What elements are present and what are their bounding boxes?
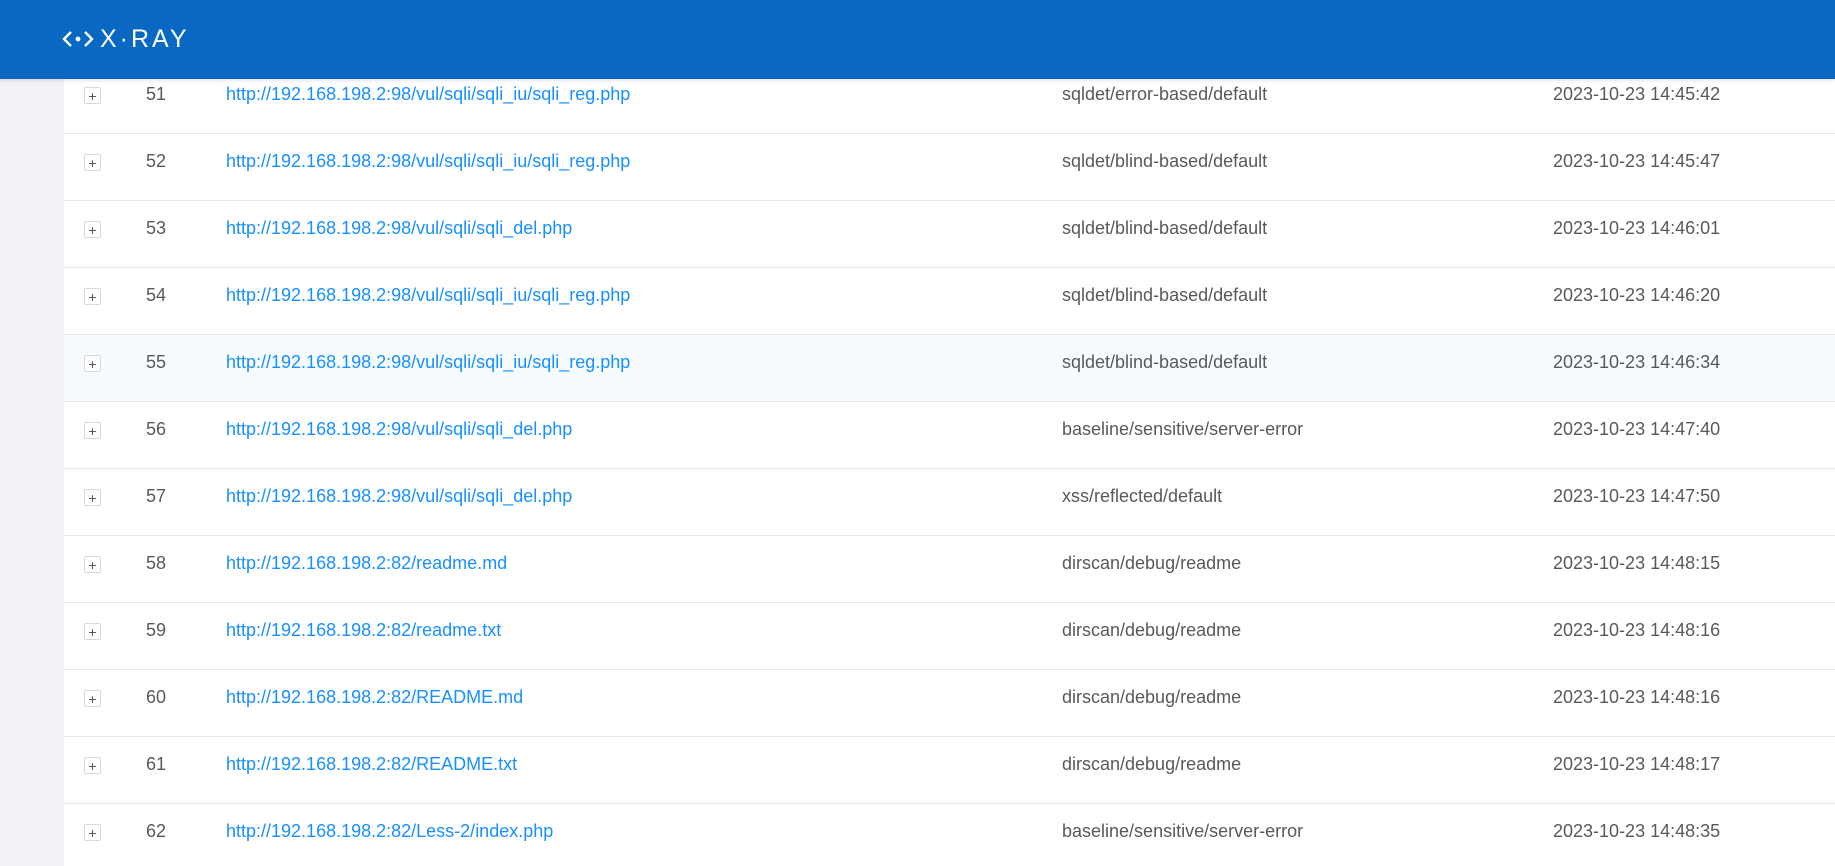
plugin-name: dirscan/debug/readme <box>1062 553 1242 573</box>
table-row[interactable]: +55 http://192.168.198.2:98/vul/sqli/sqli… <box>64 335 1835 402</box>
table-row[interactable]: +60 http://192.168.198.2:82/README.md dirs… <box>64 670 1835 737</box>
table-row[interactable]: +54 http://192.168.198.2:98/vul/sqli/sqli… <box>64 268 1835 335</box>
plus-icon[interactable]: + <box>84 556 101 573</box>
plugin-name: sqldet/blind-based/default <box>1062 151 1268 171</box>
table-row[interactable]: +52 http://192.168.198.2:98/vul/sqli/sqli… <box>64 134 1835 201</box>
table-row[interactable]: +58 http://192.168.198.2:82/readme.md dirs… <box>64 536 1835 603</box>
target-url-link[interactable]: http://192.168.198.2:98/vul/sqli/sqli_iu… <box>226 352 630 373</box>
found-time: 2023-10-23 14:48:16 <box>1553 620 1721 640</box>
target-url-link[interactable]: http://192.168.198.2:82/README.md <box>226 687 523 708</box>
target-url-link[interactable]: http://192.168.198.2:98/vul/sqli/sqli_iu… <box>226 285 630 306</box>
vulnerability-table: +51 http://192.168.198.2:98/vul/sqli/sqli… <box>64 79 1835 866</box>
table-row[interactable]: +62 http://192.168.198.2:82/Less-2/index.… <box>64 804 1835 866</box>
target-url-link[interactable]: http://192.168.198.2:82/readme.md <box>226 553 507 574</box>
target-url-link[interactable]: http://192.168.198.2:98/vul/sqli/sqli_de… <box>226 218 572 239</box>
found-time: 2023-10-23 14:46:01 <box>1553 218 1721 238</box>
plus-icon[interactable]: + <box>84 757 101 774</box>
row-number: 62 <box>146 821 167 841</box>
table-row[interactable]: +61 http://192.168.198.2:82/README.txt dir… <box>64 737 1835 804</box>
row-number: 59 <box>146 620 167 640</box>
target-url-link[interactable]: http://192.168.198.2:98/vul/sqli/sqli_de… <box>226 419 572 440</box>
found-time: 2023-10-23 14:48:35 <box>1553 821 1721 841</box>
table-row[interactable]: +59 http://192.168.198.2:82/readme.txt dir… <box>64 603 1835 670</box>
table-row[interactable]: +51 http://192.168.198.2:98/vul/sqli/sqli… <box>64 79 1835 134</box>
target-url-link[interactable]: http://192.168.198.2:82/README.txt <box>226 754 517 775</box>
row-number: 55 <box>146 352 167 372</box>
plus-icon[interactable]: + <box>84 690 101 707</box>
plus-icon[interactable]: + <box>84 288 101 305</box>
plugin-name: sqldet/error-based/default <box>1062 84 1268 104</box>
plugin-name: baseline/sensitive/server-error <box>1062 419 1304 439</box>
plus-icon[interactable]: + <box>84 154 101 171</box>
plugin-name: dirscan/debug/readme <box>1062 687 1242 707</box>
app-header: X·RAY <box>0 0 1835 79</box>
xray-logo-icon <box>62 31 94 47</box>
plugin-name: xss/reflected/default <box>1062 486 1223 506</box>
target-url-link[interactable]: http://192.168.198.2:98/vul/sqli/sqli_iu… <box>226 84 630 105</box>
row-number: 54 <box>146 285 167 305</box>
found-time: 2023-10-23 14:48:17 <box>1553 754 1721 774</box>
row-number: 52 <box>146 151 167 171</box>
row-number: 60 <box>146 687 167 707</box>
plugin-name: dirscan/debug/readme <box>1062 754 1242 774</box>
plus-icon[interactable]: + <box>84 623 101 640</box>
found-time: 2023-10-23 14:46:34 <box>1553 352 1721 372</box>
row-number: 57 <box>146 486 167 506</box>
found-time: 2023-10-23 14:46:20 <box>1553 285 1721 305</box>
plugin-name: sqldet/blind-based/default <box>1062 285 1268 305</box>
target-url-link[interactable]: http://192.168.198.2:98/vul/sqli/sqli_iu… <box>226 151 630 172</box>
target-url-link[interactable]: http://192.168.198.2:82/Less-2/index.php <box>226 821 553 842</box>
plus-icon[interactable]: + <box>84 87 101 104</box>
found-time: 2023-10-23 14:48:16 <box>1553 687 1721 707</box>
logo[interactable]: X·RAY <box>62 26 190 52</box>
plugin-name: dirscan/debug/readme <box>1062 620 1242 640</box>
plus-icon[interactable]: + <box>84 422 101 439</box>
plugin-name: sqldet/blind-based/default <box>1062 218 1268 238</box>
plugin-name: baseline/sensitive/server-error <box>1062 821 1304 841</box>
found-time: 2023-10-23 14:47:50 <box>1553 486 1721 506</box>
found-time: 2023-10-23 14:45:42 <box>1553 84 1721 104</box>
found-time: 2023-10-23 14:48:15 <box>1553 553 1721 573</box>
plus-icon[interactable]: + <box>84 824 101 841</box>
row-number: 56 <box>146 419 167 439</box>
plus-icon[interactable]: + <box>84 221 101 238</box>
found-time: 2023-10-23 14:45:47 <box>1553 151 1721 171</box>
row-number: 51 <box>146 84 167 104</box>
plus-icon[interactable]: + <box>84 489 101 506</box>
table-row[interactable]: +53 http://192.168.198.2:98/vul/sqli/sqli… <box>64 201 1835 268</box>
plugin-name: sqldet/blind-based/default <box>1062 352 1268 372</box>
target-url-link[interactable]: http://192.168.198.2:98/vul/sqli/sqli_de… <box>226 486 572 507</box>
plus-icon[interactable]: + <box>84 355 101 372</box>
table-row[interactable]: +57 http://192.168.198.2:98/vul/sqli/sqli… <box>64 469 1835 536</box>
table-row[interactable]: +56 http://192.168.198.2:98/vul/sqli/sqli… <box>64 402 1835 469</box>
logo-text: X·RAY <box>100 25 190 53</box>
row-number: 58 <box>146 553 167 573</box>
target-url-link[interactable]: http://192.168.198.2:82/readme.txt <box>226 620 501 641</box>
found-time: 2023-10-23 14:47:40 <box>1553 419 1721 439</box>
row-number: 53 <box>146 218 167 238</box>
row-number: 61 <box>146 754 167 774</box>
